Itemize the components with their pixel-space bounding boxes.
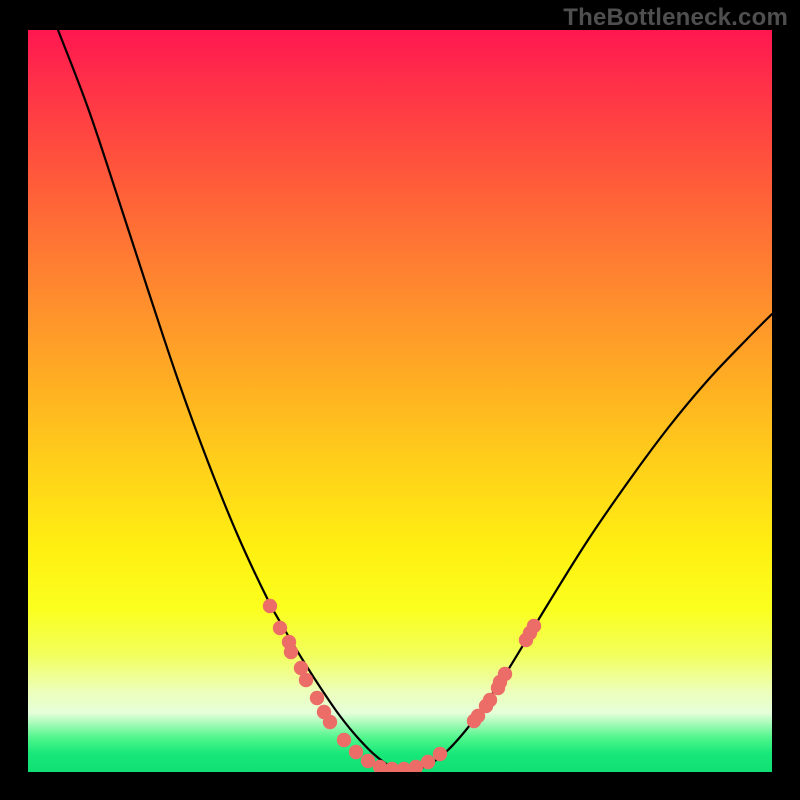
highlight-dot bbox=[498, 667, 512, 681]
highlight-dot bbox=[483, 693, 497, 707]
highlight-dot bbox=[310, 691, 324, 705]
highlight-dot bbox=[284, 645, 298, 659]
highlight-dot bbox=[433, 747, 447, 761]
highlight-dot bbox=[323, 715, 337, 729]
highlight-dots bbox=[263, 599, 541, 772]
highlight-dot bbox=[299, 673, 313, 687]
plot-svg bbox=[28, 30, 772, 772]
highlight-dot bbox=[273, 621, 287, 635]
bottleneck-curve bbox=[58, 30, 772, 770]
chart-frame: TheBottleneck.com bbox=[0, 0, 800, 800]
highlight-dot bbox=[421, 755, 435, 769]
highlight-dot bbox=[349, 745, 363, 759]
highlight-dot bbox=[263, 599, 277, 613]
plot-area bbox=[28, 30, 772, 772]
highlight-dot bbox=[527, 619, 541, 633]
highlight-dot bbox=[337, 733, 351, 747]
watermark-text: TheBottleneck.com bbox=[563, 4, 788, 32]
